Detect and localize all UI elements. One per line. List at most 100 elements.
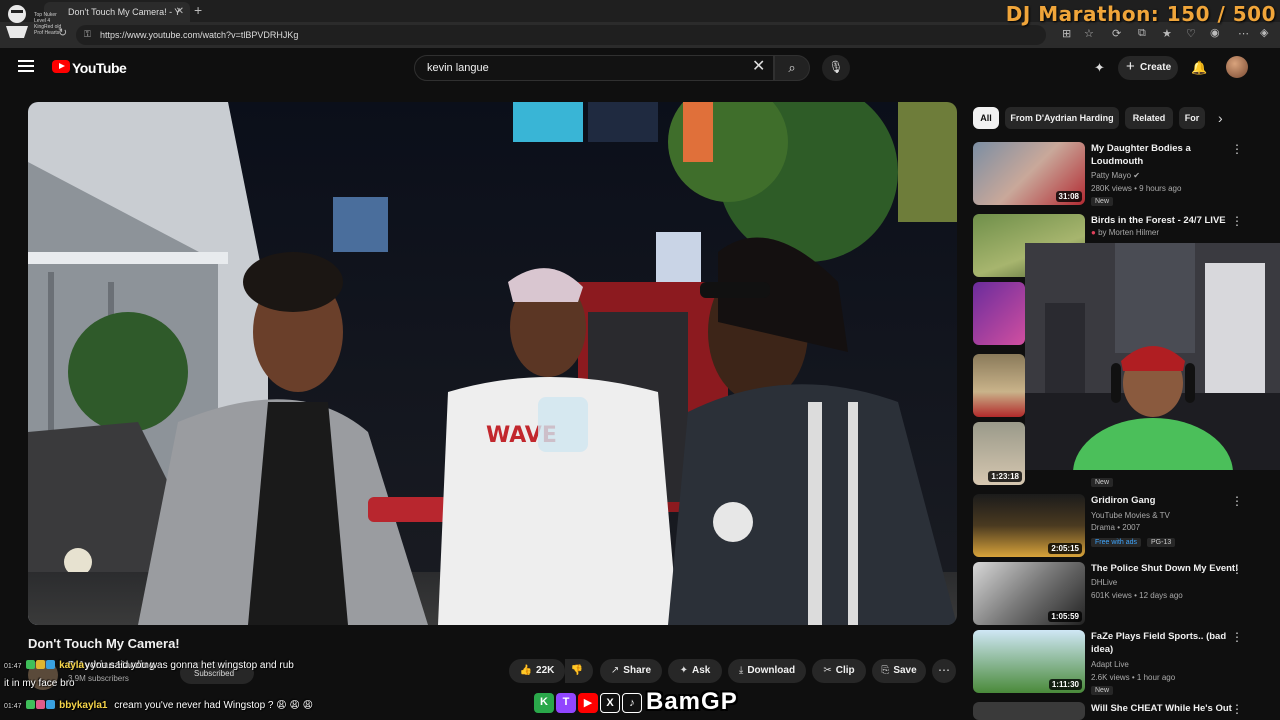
video-thumbnail[interactable]: 1:11:30 (973, 630, 1085, 693)
recommended-video[interactable]: 2:05:15 Gridiron Gang YouTube Movies & T… (973, 494, 1273, 558)
rec-title[interactable]: Birds in the Forest - 24/7 LIVE (1091, 214, 1241, 227)
youtube-logo-text[interactable]: YouTube (72, 60, 127, 76)
rec-title[interactable]: The Police Shut Down My Event! (1091, 562, 1241, 575)
more-options-icon[interactable]: ⋮ (1231, 494, 1243, 508)
bookmark-icon: ⎘ (881, 665, 890, 676)
recommended-video[interactable]: Will She CHEAT While He's Out ⋮ (973, 702, 1273, 720)
new-tab-icon[interactable]: + (194, 2, 202, 18)
dislike-button[interactable]: 👎 (565, 659, 593, 683)
account-avatar[interactable] (1226, 56, 1248, 78)
cast-icon[interactable]: ✦ (1094, 60, 1105, 76)
free-with-ads-badge: Free with ads (1091, 538, 1142, 547)
like-count: 22K (536, 665, 555, 676)
rec-channel[interactable]: Adapt Live (1091, 660, 1129, 669)
recommended-video[interactable]: 31:08 My Daughter Bodies a Loudmouth Pat… (973, 142, 1273, 206)
download-label: Download (747, 665, 796, 676)
chat-badge-icon (46, 700, 56, 709)
recommended-video[interactable]: 1:11:30 FaZe Plays Field Sports.. (bad i… (973, 630, 1273, 695)
chip-for-you[interactable]: For (1179, 107, 1205, 129)
like-button[interactable]: 👍 22K (509, 659, 565, 683)
bookmark-star-icon[interactable]: ☆ (1084, 27, 1094, 40)
video-duration: 31:08 (1055, 191, 1082, 202)
streamer-logo-icon (6, 5, 28, 38)
video-player[interactable]: WAVE (28, 102, 957, 625)
chip-from-channel[interactable]: From D'Aydrian Harding (1005, 107, 1119, 129)
clip-button[interactable]: ✂ Clip (812, 659, 866, 683)
chip-related[interactable]: Related (1125, 107, 1173, 129)
scissors-icon: ✂ (823, 665, 832, 676)
more-options-icon[interactable]: ⋮ (1231, 702, 1243, 716)
grid-icon[interactable]: ⊞ (1062, 27, 1071, 40)
copilot-icon[interactable]: ◈ (1260, 26, 1268, 39)
youtube-logo-icon[interactable] (52, 60, 70, 73)
dj-marathon-counter: DJ Marathon: 150 / 500 (1005, 2, 1276, 26)
rec-channel[interactable]: DHLive (1091, 578, 1117, 587)
voice-search-button[interactable]: 🎙 (822, 55, 850, 81)
rec-channel-name: by Morten Hilmer (1098, 228, 1159, 237)
chat-badge-icon (46, 660, 56, 669)
plus-icon: + (1126, 58, 1135, 75)
microphone-icon: 🎙 (828, 60, 844, 74)
rec-title[interactable]: Gridiron Gang (1091, 494, 1241, 507)
favorites-icon[interactable]: ★ (1162, 27, 1172, 40)
youtube-icon: ▶ (578, 693, 598, 713)
chat-user: kayla (59, 660, 85, 671)
x-twitter-icon: X (600, 693, 620, 713)
search-input[interactable]: kevin langue (414, 55, 774, 81)
more-options-icon[interactable]: ⋮ (1231, 142, 1243, 156)
download-button[interactable]: ⤓ Download (728, 659, 806, 683)
recommended-video[interactable] (973, 354, 1025, 418)
chat-badge-icon (26, 700, 36, 709)
video-thumbnail[interactable]: 31:08 (973, 142, 1085, 205)
rec-channel[interactable]: YouTube Movies & TV (1091, 511, 1170, 520)
chip-all[interactable]: All (973, 107, 999, 129)
sparkle-icon: ✦ (679, 665, 689, 676)
create-button[interactable]: + Create (1118, 56, 1178, 80)
search-value: kevin langue (427, 62, 489, 74)
menu-icon[interactable] (18, 60, 34, 72)
more-options-icon[interactable]: ⋮ (1231, 214, 1243, 228)
video-thumbnail[interactable]: 1:23:18 (973, 422, 1025, 485)
profile-icon[interactable]: ◉ (1210, 26, 1220, 39)
url-text: https://www.youtube.com/watch?v=tlBPVDRH… (100, 30, 299, 40)
share-button[interactable]: ↗ Share (600, 659, 662, 683)
menu-dots-icon[interactable]: ⋯ (1238, 27, 1249, 40)
rec-title[interactable]: My Daughter Bodies a Loudmouth (1091, 142, 1241, 168)
extension-icon[interactable]: ⧉ (1138, 27, 1146, 40)
search-button[interactable]: ⌕ (774, 55, 810, 81)
heart-icon[interactable]: ♡ (1186, 27, 1196, 40)
streamer-webcam (1025, 243, 1280, 470)
browser-tab[interactable]: Don't Touch My Camera! - Y ✕ (44, 2, 190, 22)
chat-badge-icon (26, 660, 36, 669)
close-tab-icon[interactable]: ✕ (176, 6, 184, 17)
more-actions-button[interactable]: ⋯ (932, 659, 956, 683)
new-badge: New (1091, 686, 1114, 695)
notifications-bell-icon[interactable]: 🔔 (1191, 60, 1207, 76)
video-thumbnail[interactable] (973, 702, 1085, 720)
verified-icon: ✔ (1133, 171, 1140, 180)
chat-message: 01:47 kayla you said you was gonna het w… (4, 660, 294, 671)
recommended-video[interactable]: 1:05:59 The Police Shut Down My Event! D… (973, 562, 1273, 626)
address-bar[interactable]: ⚿ https://www.youtube.com/watch?v=tlBPVD… (76, 25, 1046, 45)
chat-message: 01:47 bbykayla1 cream you've never had W… (4, 700, 313, 711)
clear-search-icon[interactable]: ✕ (752, 56, 765, 76)
rec-meta: Drama • 2007 (1091, 523, 1141, 532)
save-button[interactable]: ⎘ Save (872, 659, 926, 683)
refresh-icon[interactable]: ⟳ (1112, 27, 1121, 40)
chevron-right-icon[interactable]: › (1218, 110, 1223, 126)
more-options-icon[interactable]: ⋮ (1231, 630, 1243, 644)
overlay-logo-text: Top Nuker Level 4 KingRed old Prof Heart… (34, 12, 61, 36)
video-thumbnail[interactable] (973, 282, 1025, 345)
rec-channel[interactable]: ● by Morten Hilmer (1091, 228, 1159, 237)
video-thumbnail[interactable]: 2:05:15 (973, 494, 1085, 557)
video-thumbnail[interactable] (973, 354, 1025, 417)
more-options-icon[interactable]: ⋮ (1231, 562, 1243, 576)
rec-title[interactable]: Will She CHEAT While He's Out (1091, 702, 1241, 715)
ask-button[interactable]: ✦ Ask (668, 659, 722, 683)
rec-title[interactable]: FaZe Plays Field Sports.. (bad idea) (1091, 630, 1241, 656)
recommended-video[interactable] (973, 282, 1025, 346)
share-icon: ↗ (610, 665, 620, 676)
clip-label: Clip (835, 665, 855, 676)
video-thumbnail[interactable]: 1:05:59 (973, 562, 1085, 625)
rec-channel[interactable]: Patty Mayo ✔ (1091, 171, 1140, 180)
